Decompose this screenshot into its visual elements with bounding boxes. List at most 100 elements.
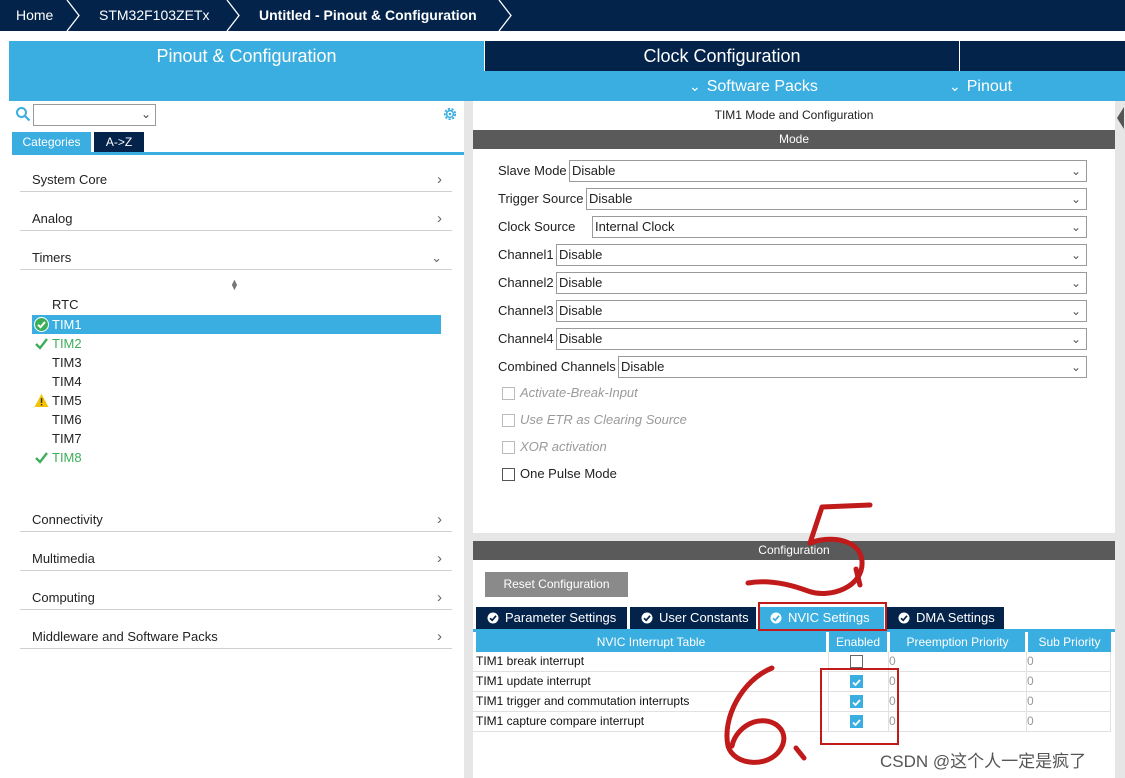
- category-label: Computing: [32, 590, 95, 605]
- channel3-select[interactable]: Disable ⌄: [556, 300, 1087, 322]
- tab-empty: [960, 41, 1125, 71]
- select-value: Disable: [559, 275, 603, 290]
- categories-panel: ⌄ Categories A->Z System Core › Analog › T…: [9, 101, 464, 778]
- gear-icon[interactable]: [441, 105, 459, 123]
- column-header-sub-priority[interactable]: Sub Priority: [1028, 632, 1111, 652]
- chevron-right-icon: ›: [437, 511, 442, 528]
- chevron-right-icon: ›: [437, 210, 442, 227]
- preemption-priority[interactable]: 0: [889, 654, 896, 668]
- timer-item-tim6[interactable]: TIM6: [32, 410, 441, 429]
- annotation-box-nvic-tab: [758, 602, 887, 631]
- chevron-down-icon: ⌄: [689, 78, 701, 94]
- breadcrumb-current[interactable]: Untitled - Pinout & Configuration: [259, 0, 477, 31]
- timer-item-tim5[interactable]: TIM5: [32, 391, 441, 410]
- timer-item-tim8[interactable]: TIM8: [32, 448, 441, 467]
- timer-label: TIM6: [52, 412, 82, 427]
- category-connectivity[interactable]: Connectivity ›: [20, 504, 452, 532]
- category-label: Connectivity: [32, 512, 103, 527]
- timer-item-tim1[interactable]: TIM1: [32, 315, 441, 334]
- category-label: System Core: [32, 172, 108, 187]
- column-header-enabled[interactable]: Enabled: [829, 632, 887, 652]
- tab-clock-configuration[interactable]: Clock Configuration: [485, 41, 959, 71]
- channel2-select[interactable]: Disable ⌄: [556, 272, 1087, 294]
- sub-priority[interactable]: 0: [1027, 654, 1034, 668]
- search-input[interactable]: ⌄: [33, 104, 156, 126]
- clock-source-select[interactable]: Internal Clock ⌄: [592, 216, 1087, 238]
- select-value: Disable: [559, 303, 603, 318]
- software-packs-menu[interactable]: ⌄ Software Packs: [689, 71, 818, 101]
- collapse-arrow-icon[interactable]: [1116, 107, 1124, 129]
- timer-item-tim2[interactable]: TIM2: [32, 334, 441, 353]
- checkmark-icon: [35, 452, 48, 464]
- reset-configuration-button[interactable]: Reset Configuration: [485, 572, 628, 597]
- sub-priority[interactable]: 0: [1027, 694, 1034, 708]
- channel1-select[interactable]: Disable ⌄: [556, 244, 1087, 266]
- tab-parameter-settings[interactable]: Parameter Settings: [476, 607, 627, 629]
- timer-label: TIM7: [52, 431, 82, 446]
- slave-mode-select[interactable]: Disable ⌄: [569, 160, 1087, 182]
- sort-icon[interactable]: ▲ ▼: [230, 278, 239, 292]
- timer-item-tim4[interactable]: TIM4: [32, 372, 441, 391]
- tab-a-z[interactable]: A->Z: [94, 132, 144, 152]
- breadcrumb-home[interactable]: Home: [16, 0, 53, 31]
- category-timers[interactable]: Timers ⌄: [20, 242, 452, 270]
- chevron-down-icon: ⌄: [1070, 332, 1081, 346]
- chevron-right-icon: ›: [437, 550, 442, 567]
- chevron-right-icon: ›: [437, 628, 442, 645]
- tab-label: Parameter Settings: [505, 610, 617, 625]
- select-value: Disable: [572, 163, 616, 178]
- field-label: Combined Channels: [498, 359, 616, 374]
- tab-pinout-configuration[interactable]: Pinout & Configuration: [9, 41, 484, 101]
- select-value: Disable: [589, 191, 633, 206]
- tab-categories[interactable]: Categories: [12, 132, 91, 152]
- checkbox-label: Activate-Break-Input: [520, 385, 638, 400]
- sub-priority[interactable]: 0: [1027, 674, 1034, 688]
- tab-dma-settings[interactable]: DMA Settings: [887, 607, 1004, 629]
- category-system-core[interactable]: System Core ›: [20, 164, 452, 192]
- category-computing[interactable]: Computing ›: [20, 582, 452, 610]
- search-icon[interactable]: [15, 106, 31, 122]
- checkbox-label: One Pulse Mode: [520, 466, 617, 481]
- pinout-menu-label: Pinout: [966, 78, 1013, 95]
- panel-title: TIM1 Mode and Configuration: [714, 108, 874, 122]
- column-header-interrupt[interactable]: NVIC Interrupt Table: [476, 632, 826, 652]
- category-label: Middleware and Software Packs: [32, 629, 218, 644]
- field-label: Channel3: [498, 303, 554, 318]
- timer-item-tim3[interactable]: TIM3: [32, 353, 441, 372]
- timer-item-rtc[interactable]: RTC: [32, 295, 441, 314]
- enabled-checkbox[interactable]: [850, 655, 863, 668]
- sub-menu-bar: ⌄ Software Packs ⌄ Pinout: [484, 71, 1125, 101]
- chevron-down-icon: ⌄: [1070, 248, 1081, 262]
- field-label: Channel1: [498, 247, 554, 262]
- top-tab-row: Pinout & Configuration Clock Configurati…: [0, 31, 1125, 101]
- combined-channels-select[interactable]: Disable ⌄: [618, 356, 1087, 378]
- chevron-down-icon: ⌄: [1070, 220, 1081, 234]
- column-header-preemption[interactable]: Preemption Priority: [890, 632, 1025, 652]
- warning-icon: [34, 394, 49, 407]
- channel4-select[interactable]: Disable ⌄: [556, 328, 1087, 350]
- sub-priority[interactable]: 0: [1027, 714, 1034, 728]
- chevron-down-icon: ⌄: [1070, 192, 1081, 206]
- check-circle-icon: [641, 612, 653, 624]
- panel-splitter[interactable]: [464, 101, 473, 778]
- category-label: Analog: [32, 211, 73, 226]
- chevron-down-icon: ⌄: [140, 107, 151, 121]
- software-packs-label: Software Packs: [706, 78, 818, 95]
- checkbox-box: [502, 441, 515, 454]
- watermark: CSDN @这个人一定是疯了: [880, 752, 1087, 771]
- breadcrumb-device[interactable]: STM32F103ZETx: [99, 0, 209, 31]
- chevron-right-icon: ›: [437, 171, 442, 188]
- select-value: Disable: [559, 247, 603, 262]
- timer-label: RTC: [52, 297, 79, 312]
- select-value: Disable: [621, 359, 665, 374]
- right-splitter[interactable]: [1115, 101, 1125, 778]
- select-value: Disable: [559, 331, 603, 346]
- breadcrumb-separator-icon: [498, 0, 512, 31]
- timer-item-tim7[interactable]: TIM7: [32, 429, 441, 448]
- category-multimedia[interactable]: Multimedia ›: [20, 543, 452, 571]
- tab-user-constants[interactable]: User Constants: [630, 607, 756, 629]
- trigger-source-select[interactable]: Disable ⌄: [586, 188, 1087, 210]
- category-analog[interactable]: Analog ›: [20, 203, 452, 231]
- pinout-menu[interactable]: ⌄ Pinout: [949, 71, 1012, 101]
- category-middleware[interactable]: Middleware and Software Packs ›: [20, 621, 452, 649]
